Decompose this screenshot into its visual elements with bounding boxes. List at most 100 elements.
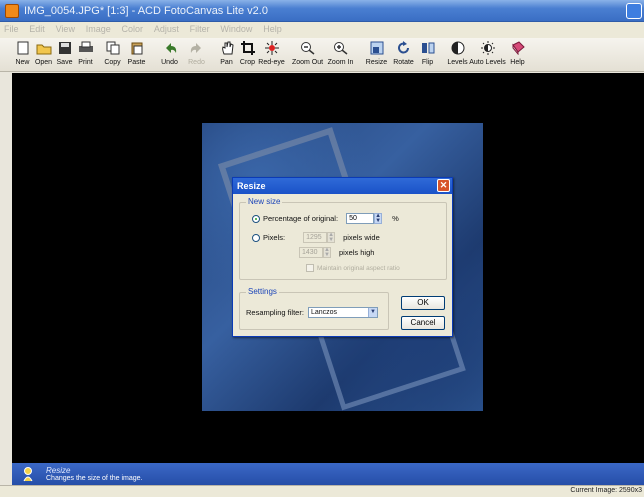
print-button[interactable]: Print <box>75 38 96 71</box>
pixels-high-label: pixels high <box>339 248 375 257</box>
settings-group: Settings Resampling filter: Lanczos ▼ <box>239 287 389 330</box>
new-button[interactable]: New <box>12 38 33 71</box>
auto-levels-icon <box>480 40 496 56</box>
resize-dialog: Resize ✕ New size Percentage of original… <box>232 177 453 337</box>
menu-file[interactable]: File <box>0 22 23 36</box>
width-spinner[interactable]: ▲ ▼ <box>327 232 336 243</box>
help-label: Help <box>510 59 525 66</box>
menu-edit[interactable]: Edit <box>25 22 49 36</box>
pixels-wide-label: pixels wide <box>343 233 380 242</box>
save-icon <box>57 40 73 56</box>
percent-unit: % <box>392 214 399 223</box>
current-image-info: Current Image: 2590x3 <box>570 487 642 494</box>
menu-image[interactable]: Image <box>82 22 115 36</box>
print-label: Print <box>78 59 93 66</box>
levels-icon <box>450 40 466 56</box>
zoom-out-label: Zoom Out <box>291 59 324 66</box>
resize-button[interactable]: Resize <box>363 38 390 71</box>
paste-button[interactable]: Paste <box>123 38 150 71</box>
dialog-title-bar: Resize ✕ <box>233 178 452 194</box>
resampling-label: Resampling filter: <box>246 308 304 317</box>
percentage-spinner[interactable]: ▲ ▼ <box>374 213 383 224</box>
resize-icon <box>369 40 385 56</box>
status-title: Resize <box>46 466 71 475</box>
help-book-icon <box>510 40 526 56</box>
new-size-group: New size Percentage of original: 50 ▲ ▼ %… <box>239 197 447 280</box>
cancel-button[interactable]: Cancel <box>401 316 445 330</box>
status-description: Changes the size of the image. <box>46 475 143 482</box>
flip-icon <box>420 40 436 56</box>
printer-icon <box>78 40 94 56</box>
levels-button[interactable]: Levels <box>444 38 471 71</box>
menu-adjust[interactable]: Adjust <box>150 22 183 36</box>
paste-icon <box>129 40 145 56</box>
zoom-in-icon <box>333 40 349 56</box>
zoom-out-icon <box>300 40 316 56</box>
menu-bar: File Edit View Image Color Adjust Filter… <box>0 22 644 38</box>
zoom-in-button[interactable]: Zoom In <box>324 38 357 71</box>
rotate-label: Rotate <box>393 59 414 66</box>
redo-button[interactable]: Redo <box>183 38 210 71</box>
red-eye-button[interactable]: Red-eye <box>258 38 285 71</box>
height-input[interactable]: 1430 <box>299 247 323 258</box>
menu-filter[interactable]: Filter <box>186 22 214 36</box>
ok-button[interactable]: OK <box>401 296 445 310</box>
status-bar: Resize Changes the size of the image. <box>12 463 644 485</box>
folder-icon <box>36 40 52 56</box>
window-close-button[interactable] <box>626 3 642 19</box>
save-label: Save <box>56 59 73 66</box>
height-row: 1430 ▲ ▼ pixels high <box>299 247 374 258</box>
auto-levels-button[interactable]: Auto Levels <box>469 38 506 71</box>
red-eye-icon <box>264 40 280 56</box>
zoom-out-button[interactable]: Zoom Out <box>291 38 324 71</box>
resampling-row: Resampling filter: Lanczos ▼ <box>246 307 378 318</box>
copy-button[interactable]: Copy <box>102 38 123 71</box>
save-button[interactable]: Save <box>54 38 75 71</box>
open-button[interactable]: Open <box>33 38 54 71</box>
percentage-radio[interactable] <box>252 214 260 223</box>
settings-legend: Settings <box>246 287 279 296</box>
resampling-select[interactable]: Lanczos ▼ <box>307 307 378 318</box>
copy-label: Copy <box>104 59 121 66</box>
resize-label: Resize <box>365 59 388 66</box>
crop-icon <box>240 40 256 56</box>
levels-label: Levels <box>447 59 468 66</box>
rotate-button[interactable]: Rotate <box>390 38 417 71</box>
height-spinner[interactable]: ▲ ▼ <box>323 247 331 258</box>
pan-button[interactable]: Pan <box>216 38 237 71</box>
hand-icon <box>219 40 235 56</box>
menu-color[interactable]: Color <box>118 22 148 36</box>
aspect-ratio-checkbox[interactable] <box>306 264 314 272</box>
dialog-close-icon[interactable]: ✕ <box>437 179 450 192</box>
undo-button[interactable]: Undo <box>156 38 183 71</box>
pixels-radio[interactable] <box>252 233 260 242</box>
percentage-label: Percentage of original: <box>263 214 339 223</box>
bottom-status-bar: Current Image: 2590x3 <box>0 485 644 497</box>
menu-window[interactable]: Window <box>216 22 256 36</box>
copy-icon <box>105 40 121 56</box>
menu-view[interactable]: View <box>52 22 79 36</box>
red-eye-label: Red-eye <box>258 59 285 66</box>
percentage-input[interactable]: 50 <box>346 213 375 224</box>
aspect-ratio-label: Maintain original aspect ratio <box>317 264 400 272</box>
crop-label: Crop <box>239 59 256 66</box>
flip-button[interactable]: Flip <box>417 38 438 71</box>
flip-label: Flip <box>421 59 434 66</box>
crop-button[interactable]: Crop <box>237 38 258 71</box>
aspect-row: Maintain original aspect ratio <box>306 264 400 272</box>
menu-help[interactable]: Help <box>259 22 286 36</box>
app-icon <box>5 4 19 18</box>
rotate-icon <box>396 40 412 56</box>
title-bar: IMG_0054.JPG* [1:3] - ACD FotoCanvas Lit… <box>0 0 644 22</box>
chevron-down-icon: ▼ <box>367 308 377 317</box>
paste-label: Paste <box>127 59 146 66</box>
help-button[interactable]: Help <box>504 38 531 71</box>
window-title: IMG_0054.JPG* [1:3] - ACD FotoCanvas Lit… <box>24 5 268 17</box>
pixels-label: Pixels: <box>263 233 286 242</box>
resampling-value: Lanczos <box>310 309 338 316</box>
info-icon <box>20 466 36 482</box>
width-input[interactable]: 1295 <box>303 232 328 243</box>
redo-label: Redo <box>188 59 205 66</box>
new-size-legend: New size <box>246 197 283 206</box>
auto-levels-label: Auto Levels <box>469 59 506 66</box>
